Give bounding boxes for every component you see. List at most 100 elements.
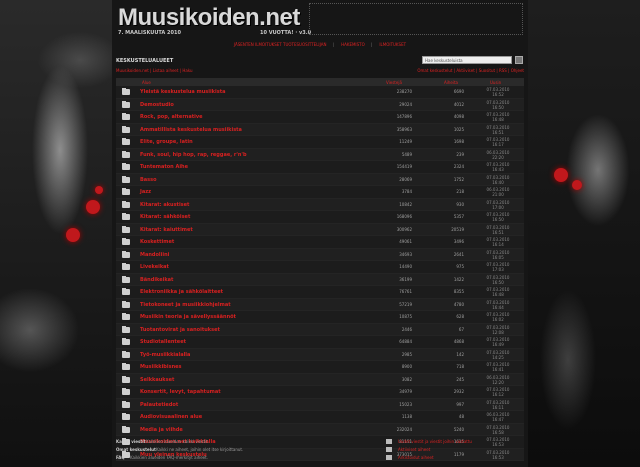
- latest-post[interactable]: 07.03.2010 16:11: [478, 400, 518, 410]
- latest-post[interactable]: 06.03.2010 21:00: [478, 187, 518, 197]
- latest-post[interactable]: 06.03.2010 16:47: [478, 412, 518, 422]
- table-row[interactable]: Media ja viihde 232024 5240 07.03.2010 16:58: [116, 423, 524, 436]
- header-name[interactable]: Alue: [142, 80, 151, 85]
- forum-link[interactable]: Kitarat: kaiuttimet: [140, 227, 193, 233]
- latest-post[interactable]: 07.03.2010 17:00: [478, 200, 518, 210]
- forum-link[interactable]: Koskettimet: [140, 239, 174, 245]
- search-input[interactable]: Hae keskusteluista: [422, 56, 512, 64]
- forum-link[interactable]: Selkkaukset: [140, 377, 174, 383]
- forum-link[interactable]: Palautetiedot: [140, 402, 178, 408]
- latest-post[interactable]: 07.03.2010 16:05: [478, 250, 518, 260]
- forum-link[interactable]: Demostudio: [140, 102, 174, 108]
- latest-post[interactable]: 07.03.2010 16:44: [478, 300, 518, 310]
- latest-post[interactable]: 07.03.2010 17:03: [478, 262, 518, 272]
- latest-post[interactable]: 07.03.2010 16:40: [478, 175, 518, 185]
- table-row[interactable]: Livekeikat 14490 975 07.03.2010 17:03: [116, 261, 524, 274]
- forum-link[interactable]: Musiikkibisnes: [140, 364, 182, 370]
- table-row[interactable]: Selkkaukset 3082 245 06.03.2010 12:20: [116, 373, 524, 386]
- forum-link[interactable]: Kitarat: sähköiset: [140, 214, 190, 220]
- forum-link[interactable]: Tuotantovirat ja sanoitukset: [140, 327, 220, 333]
- table-row[interactable]: Elektroniikka ja sähkölaitteet 76761 8355 0…: [116, 286, 524, 299]
- table-row[interactable]: Musiikkibisnes 8900 718 07.03.2010 16:41: [116, 361, 524, 374]
- latest-post[interactable]: 07.03.2010 16:50: [478, 212, 518, 222]
- forum-link[interactable]: Työ-musiikkialalla: [140, 352, 190, 358]
- table-row[interactable]: Työ-musiikkialalla 2985 142 07.03.2010 14:25: [116, 348, 524, 361]
- forum-links[interactable]: Omat keskustelut | Aktiiviset | Suositut…: [417, 68, 524, 73]
- latest-post[interactable]: 07.03.2010 14:25: [478, 350, 518, 360]
- forum-link[interactable]: Musiikin teoria ja sävellyssäännöt: [140, 314, 236, 320]
- latest-post[interactable]: 07.03.2010 16:02: [478, 312, 518, 322]
- search-button[interactable]: [515, 56, 523, 64]
- table-row[interactable]: Jazz 3784 218 06.03.2010 21:00: [116, 186, 524, 199]
- breadcrumb[interactable]: Muusikoiden.net | Listaa aiheet | Haku: [116, 68, 193, 73]
- forum-link[interactable]: Jazz: [140, 189, 151, 195]
- table-row[interactable]: Funk, soul, hip hop, rap, reggae, r'n'b 5…: [116, 148, 524, 161]
- post-count: 57219: [399, 301, 412, 307]
- table-row[interactable]: Ammatillista keskustelua musiikista 35896…: [116, 123, 524, 136]
- table-row[interactable]: Studiotallenteet 64884 4868 07.03.2010 16:49: [116, 336, 524, 349]
- forum-link[interactable]: Tietokoneet ja musiikkiohjelmat: [140, 302, 231, 308]
- forum-link[interactable]: Yleistä keskustelua musiikista: [140, 89, 225, 95]
- table-row[interactable]: Tuntematon Aihe 154419 2324 07.03.2010 16:43: [116, 161, 524, 174]
- table-row[interactable]: Yleistä keskustelua musiikista 238270 6690…: [116, 86, 524, 99]
- latest-post[interactable]: 06.03.2010 22:20: [478, 150, 518, 160]
- forum-link[interactable]: Konsertit, levyt, tapahtumat: [140, 389, 221, 395]
- latest-post[interactable]: 07.03.2010 16:41: [478, 362, 518, 372]
- table-row[interactable]: Audiovisuaalinen alue 1138 48 06.03.2010 16:…: [116, 411, 524, 424]
- latest-post[interactable]: 07.03.2010 16:12: [478, 387, 518, 397]
- latest-post[interactable]: 07.03.2010 16:58: [478, 425, 518, 435]
- legend-label: Omat keskustelut: [116, 447, 156, 452]
- table-row[interactable]: Tietokoneet ja musiikkiohjelmat 57219 4780…: [116, 298, 524, 311]
- table-row[interactable]: Rock, pop, alternative 147896 4098 07.03.20…: [116, 111, 524, 124]
- latest-post[interactable]: 07.03.2010 16:51: [478, 125, 518, 135]
- latest-post[interactable]: 07.03.2010 16:50: [478, 100, 518, 110]
- forum-link[interactable]: Tuntematon Aihe: [140, 164, 188, 170]
- table-row[interactable]: Bändikeikat 36199 1422 07.03.2010 16:50: [116, 273, 524, 286]
- table-row[interactable]: Basso 28069 1752 07.03.2010 16:40: [116, 173, 524, 186]
- table-row[interactable]: Kitarat: sähköiset 168096 5357 07.03.2010 16…: [116, 211, 524, 224]
- nav-link-directory[interactable]: HAKEMISTO: [341, 42, 365, 47]
- nav-link-ads[interactable]: ILMOITUKSET: [379, 42, 406, 47]
- latest-post[interactable]: 07.03.2010 16:17: [478, 137, 518, 147]
- latest-post[interactable]: 06.03.2010 12:20: [478, 375, 518, 385]
- latest-time: 16:50: [492, 279, 504, 285]
- forum-link[interactable]: Kitarat: akustiset: [140, 202, 189, 208]
- forum-link[interactable]: Basso: [140, 177, 157, 183]
- latest-post[interactable]: 07.03.2010 16:52: [478, 87, 518, 97]
- forum-link[interactable]: Ammatillista keskustelua musiikista: [140, 127, 242, 133]
- forum-link[interactable]: Media ja viihde: [140, 427, 183, 433]
- latest-post[interactable]: 07.03.2010 16:14: [478, 237, 518, 247]
- forum-link[interactable]: Audiovisuaalinen alue: [140, 414, 202, 420]
- forum-link[interactable]: Bändikeikat: [140, 277, 173, 283]
- site-logo[interactable]: Muusikoiden.net: [118, 4, 300, 32]
- header-topics[interactable]: Aiheita: [444, 80, 458, 85]
- table-row[interactable]: Musiikin teoria ja sävellyssäännöt 10875 6…: [116, 311, 524, 324]
- latest-post[interactable]: 07.03.2010 16:43: [478, 162, 518, 172]
- table-row[interactable]: Palautetiedot 15023 997 07.03.2010 16:11: [116, 398, 524, 411]
- header-posts[interactable]: Viestejä: [386, 80, 402, 85]
- forum-link[interactable]: Livekeikat: [140, 264, 169, 270]
- table-row[interactable]: Kitarat: akustiset 10842 930 07.03.2010 17:0…: [116, 198, 524, 211]
- table-row[interactable]: Konsertit, levyt, tapahtumat 34979 2932 07.…: [116, 386, 524, 399]
- forum-link[interactable]: Mandoliini: [140, 252, 169, 258]
- latest-post[interactable]: 07.03.2010 12:08: [478, 325, 518, 335]
- forum-link[interactable]: Studiotallenteet: [140, 339, 186, 345]
- forum-link[interactable]: Elite, groupe, latin: [140, 139, 193, 145]
- latest-post[interactable]: 07.03.2010 16:48: [478, 287, 518, 297]
- nav-link-member-ads[interactable]: JÄSENTEN ILMOITUKSET TUOTESUOSITTELIJAN: [234, 42, 327, 47]
- latest-post[interactable]: 07.03.2010 16:50: [478, 275, 518, 285]
- folder-icon: [122, 163, 130, 170]
- table-row[interactable]: Mandoliini 34693 2641 07.03.2010 16:05: [116, 248, 524, 261]
- table-row[interactable]: Koskettimet 49061 3496 07.03.2010 16:14: [116, 236, 524, 249]
- latest-post[interactable]: 07.03.2010 16:51: [478, 225, 518, 235]
- forum-link[interactable]: Rock, pop, alternative: [140, 114, 202, 120]
- table-row[interactable]: Tuotantovirat ja sanoitukset 2446 67 07.03.…: [116, 323, 524, 336]
- latest-post[interactable]: 07.03.2010 16:48: [478, 112, 518, 122]
- header-latest[interactable]: Uusin: [490, 80, 501, 85]
- table-row[interactable]: Kitarat: kaiuttimet 300962 20519 07.03.2010…: [116, 223, 524, 236]
- table-row[interactable]: Demostudio 29024 4012 07.03.2010 16:50: [116, 98, 524, 111]
- forum-link[interactable]: Funk, soul, hip hop, rap, reggae, r'n'b: [140, 152, 247, 158]
- table-row[interactable]: Elite, groupe, latin 11249 1698 07.03.2010 1…: [116, 136, 524, 149]
- forum-link[interactable]: Elektroniikka ja sähkölaitteet: [140, 289, 223, 295]
- latest-post[interactable]: 07.03.2010 16:49: [478, 337, 518, 347]
